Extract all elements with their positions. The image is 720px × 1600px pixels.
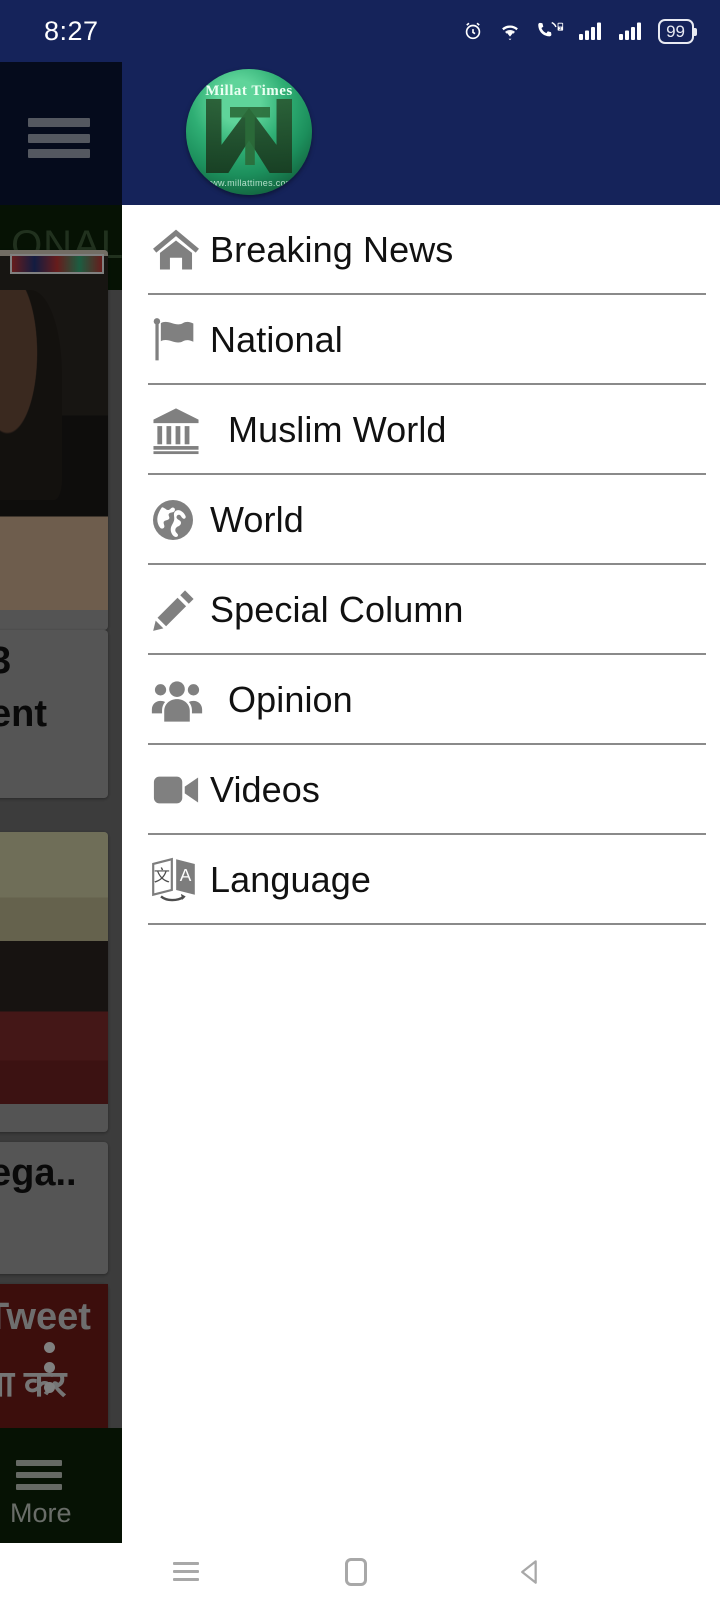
globe-icon bbox=[148, 496, 210, 544]
logo-brand-name: Millat Times bbox=[205, 83, 293, 99]
volte-call-icon: 2 bbox=[538, 21, 564, 37]
article-image bbox=[0, 250, 108, 610]
background-app-content: ONAL 3 ent ega.. Tweet जा कर n New More bbox=[0, 62, 122, 1543]
video-camera-icon bbox=[148, 765, 210, 815]
app-bar-background bbox=[0, 62, 122, 205]
flag-icon bbox=[148, 314, 210, 366]
android-system-nav-bar bbox=[0, 1543, 720, 1600]
drawer-menu-list: Breaking News National Muslim World Worl… bbox=[122, 205, 720, 925]
article-card[interactable]: ega.. bbox=[0, 1142, 108, 1274]
drawer-item-muslim-world[interactable]: Muslim World bbox=[122, 385, 720, 475]
drawer-item-opinion[interactable]: Opinion bbox=[122, 655, 720, 745]
status-bar-icons: 2 99 bbox=[462, 18, 697, 44]
phone-screen: 8:27 2 99 ONAL 3 ent ega.. weet More Mil… bbox=[0, 0, 720, 1600]
home-button[interactable] bbox=[345, 1557, 367, 1586]
svg-text:A: A bbox=[180, 865, 192, 885]
drawer-item-language[interactable]: 文 A Language bbox=[122, 835, 720, 925]
article-image-text: Tweet bbox=[0, 1296, 91, 1338]
drawer-item-label: Videos bbox=[210, 769, 321, 810]
pencil-icon bbox=[148, 585, 210, 635]
bank-icon bbox=[148, 404, 210, 456]
article-image-text: जा कर bbox=[0, 1358, 66, 1407]
drawer-item-label: World bbox=[210, 499, 304, 540]
article-card[interactable] bbox=[0, 250, 108, 630]
article-card[interactable] bbox=[0, 832, 108, 1132]
battery-icon: 99 bbox=[658, 18, 697, 44]
drawer-item-national[interactable]: National bbox=[122, 295, 720, 385]
article-card[interactable]: 3 ent bbox=[0, 630, 108, 798]
article-image bbox=[0, 832, 108, 1104]
status-bar: 8:27 2 99 bbox=[0, 0, 720, 62]
drawer-item-world[interactable]: World bbox=[122, 475, 720, 565]
bottom-nav-more[interactable]: More bbox=[0, 1428, 122, 1543]
translate-icon: 文 A bbox=[148, 854, 210, 906]
recents-button[interactable] bbox=[173, 1557, 199, 1586]
article-title: ent bbox=[0, 692, 47, 735]
drawer-item-label: Opinion bbox=[228, 679, 353, 720]
hamburger-icon bbox=[16, 1460, 62, 1490]
bottom-nav-label: More bbox=[10, 1498, 72, 1528]
navigation-drawer: Millat Times www.millattimes.com Breakin… bbox=[122, 62, 720, 1543]
logo-website-url: www.millattimes.com bbox=[204, 178, 294, 188]
alarm-icon bbox=[465, 22, 481, 40]
hamburger-icon[interactable] bbox=[28, 118, 90, 158]
list-divider bbox=[148, 923, 706, 925]
drawer-item-label: Breaking News bbox=[210, 229, 454, 270]
drawer-header: Millat Times www.millattimes.com bbox=[122, 62, 720, 205]
article-title: 3 bbox=[0, 640, 12, 682]
signal-bars-icon bbox=[579, 22, 602, 40]
drawer-item-videos[interactable]: Videos bbox=[122, 745, 720, 835]
drawer-item-label: Muslim World bbox=[228, 409, 447, 450]
more-options-icon[interactable] bbox=[44, 1342, 55, 1402]
back-button[interactable] bbox=[513, 1555, 547, 1589]
home-icon bbox=[148, 224, 210, 276]
wifi-icon bbox=[502, 25, 518, 41]
article-title: ega.. bbox=[0, 1152, 77, 1194]
drawer-item-label: National bbox=[210, 319, 343, 360]
status-bar-clock: 8:27 bbox=[44, 15, 99, 46]
drawer-item-label: Language bbox=[210, 859, 371, 900]
drawer-item-label: Special Column bbox=[210, 589, 464, 630]
app-logo: Millat Times www.millattimes.com bbox=[186, 69, 312, 195]
people-icon bbox=[148, 674, 210, 726]
signal-bars-icon bbox=[619, 22, 642, 40]
drawer-item-special-column[interactable]: Special Column bbox=[122, 565, 720, 655]
drawer-item-breaking-news[interactable]: Breaking News bbox=[122, 205, 720, 295]
svg-text:文: 文 bbox=[154, 867, 170, 885]
